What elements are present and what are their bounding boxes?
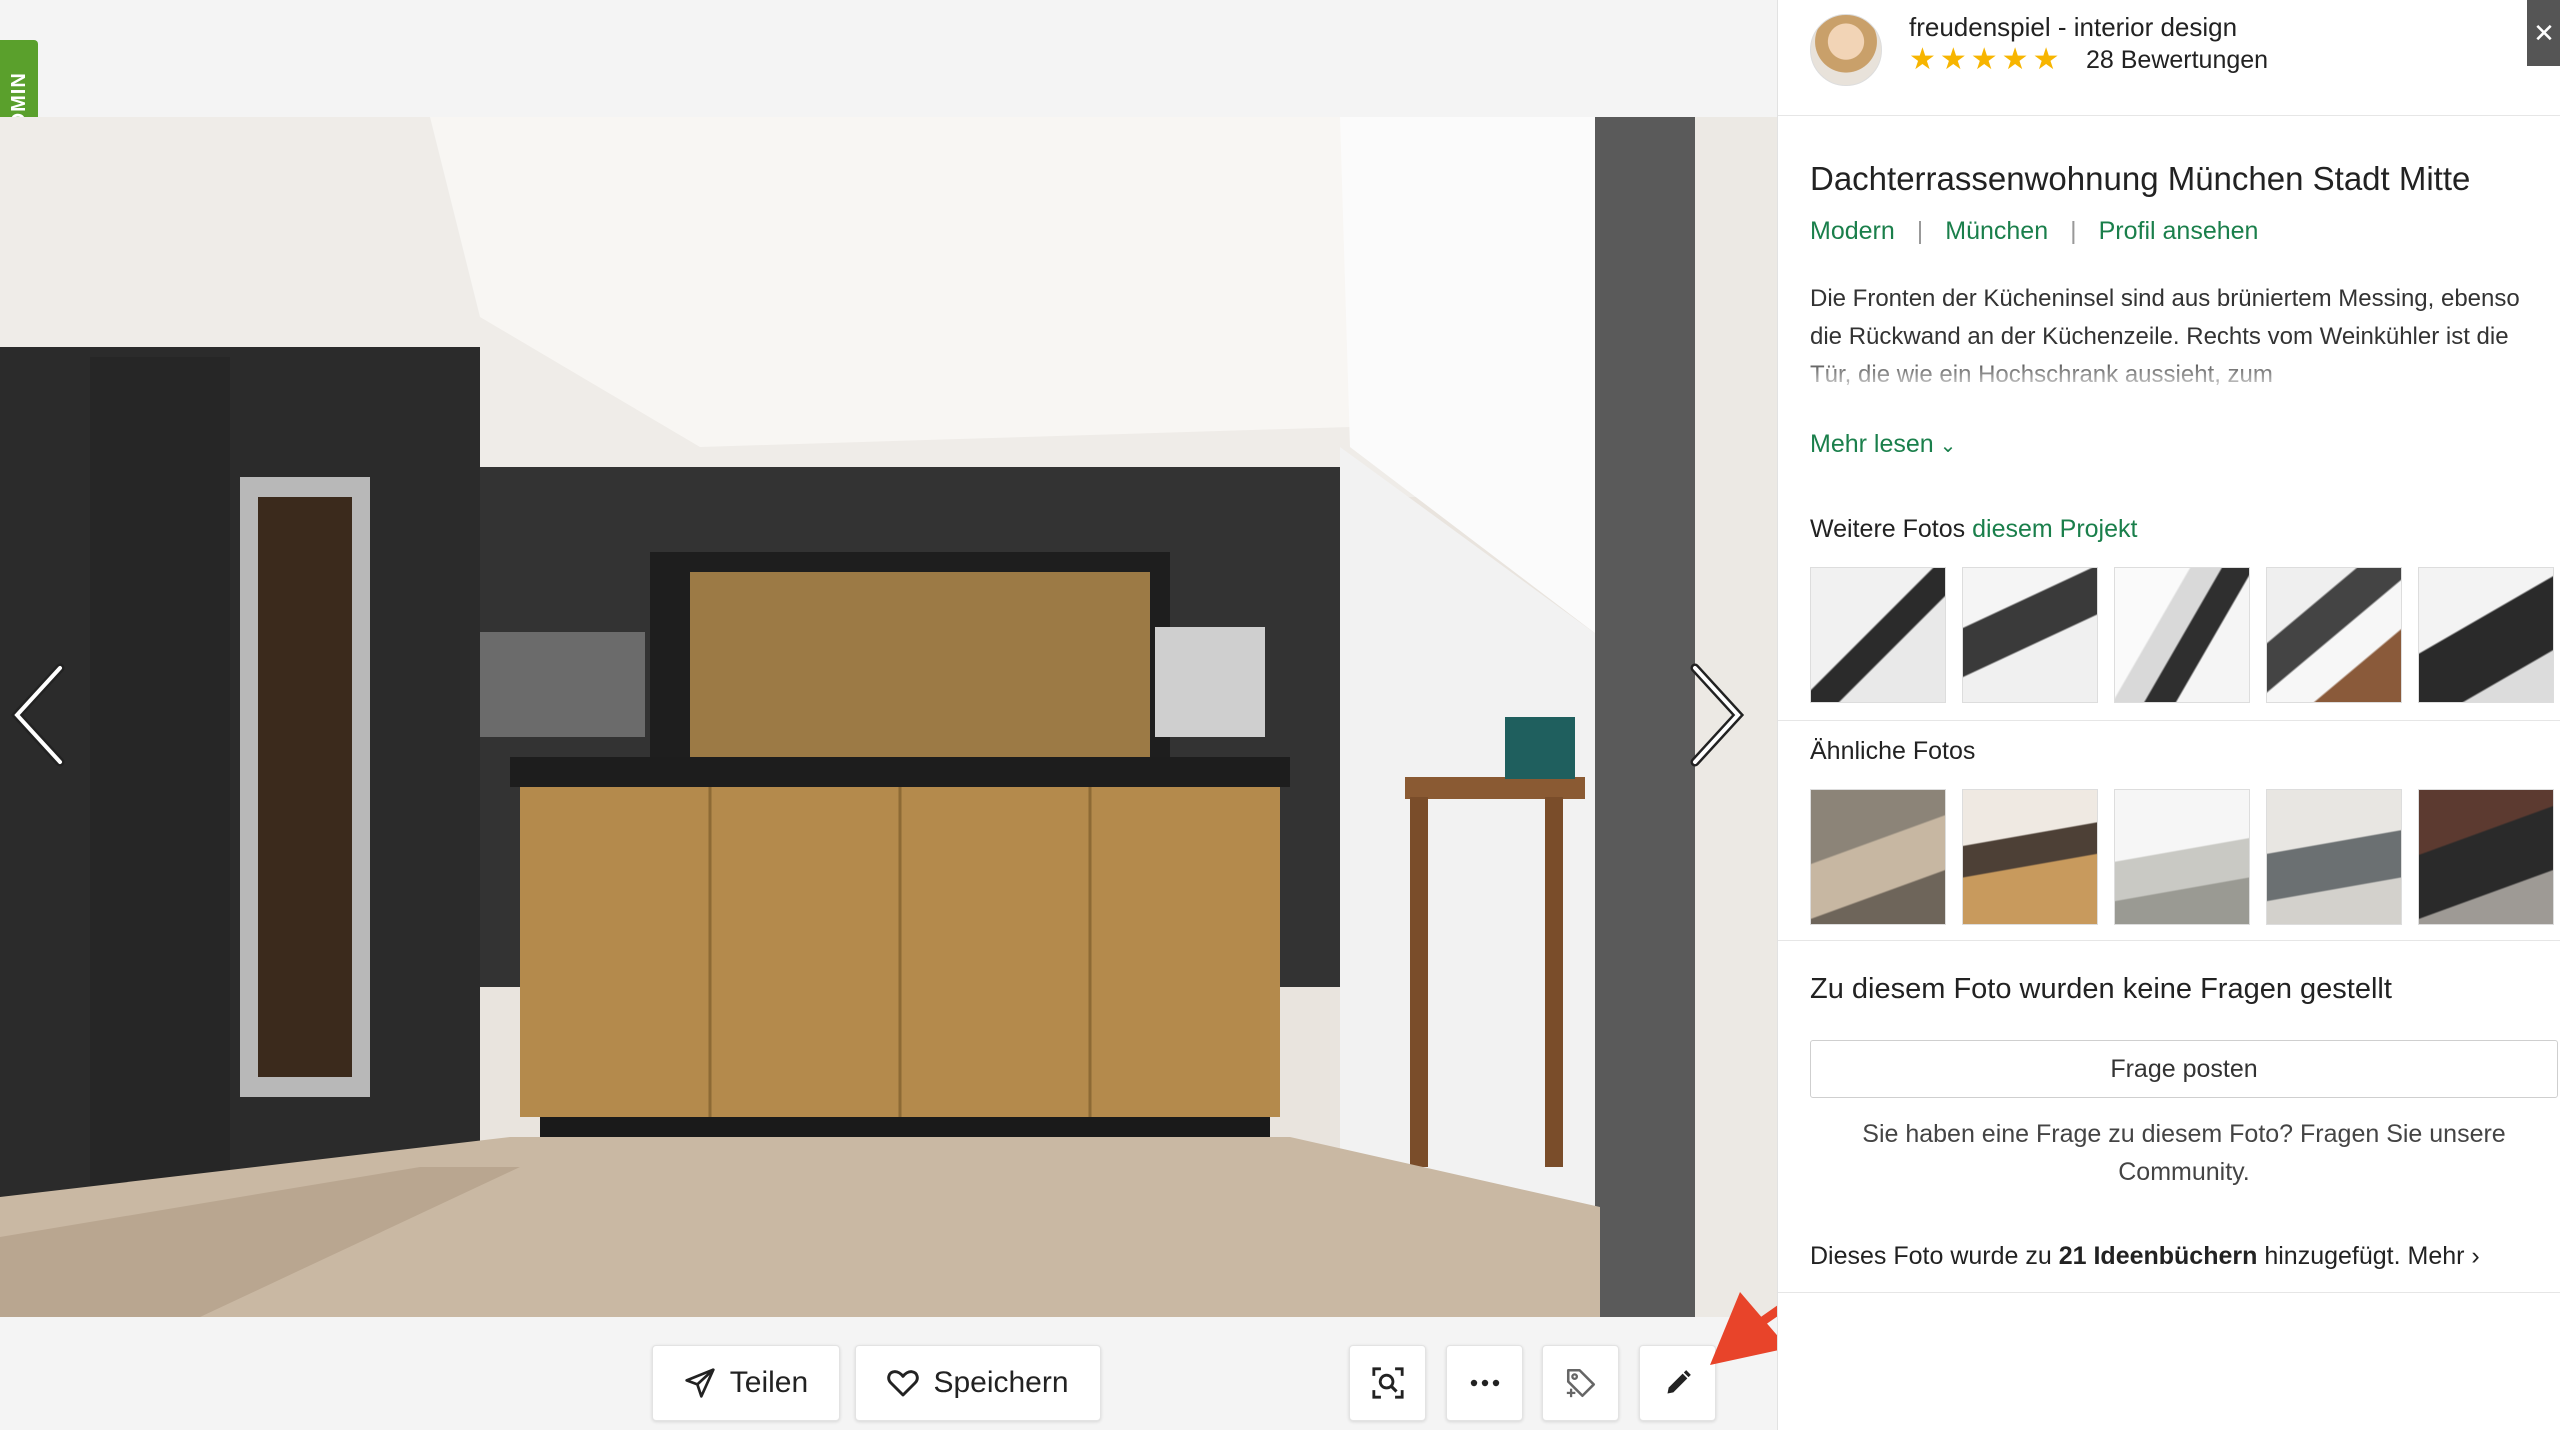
more-options-button[interactable]: [1446, 1345, 1523, 1421]
more-photos-label: Weitere Fotos: [1810, 515, 1966, 543]
close-button[interactable]: ✕: [2527, 0, 2560, 66]
more-dots-icon: [1470, 1379, 1499, 1387]
post-question-button[interactable]: Frage posten: [1810, 1040, 2558, 1098]
ideabook-more: Mehr: [2407, 1242, 2465, 1270]
project-link[interactable]: diesem Projekt: [1972, 515, 2137, 543]
next-photo-button[interactable]: [1680, 660, 1750, 770]
pro-header: freudenspiel - interior design ★★★★★ 28 …: [1778, 0, 2560, 116]
review-count[interactable]: 28 Bewertungen: [2086, 46, 2268, 75]
close-icon: ✕: [2533, 17, 2555, 48]
chevron-right-icon: [1690, 663, 1745, 767]
project-thumb[interactable]: [2114, 567, 2250, 703]
questions-heading: Zu diesem Foto wurden keine Fragen geste…: [1810, 973, 2392, 1005]
pro-avatar[interactable]: [1810, 14, 1882, 86]
city-link[interactable]: München: [1945, 217, 2048, 245]
style-link[interactable]: Modern: [1810, 217, 1895, 245]
pro-name[interactable]: freudenspiel - interior design: [1909, 12, 2237, 43]
chevron-right-icon: ›: [2464, 1242, 2480, 1270]
description-fade: [1810, 356, 2530, 396]
save-label: Speichern: [933, 1366, 1069, 1399]
tag-products-button[interactable]: [1542, 1345, 1619, 1421]
photo-meta: Modern | München | Profil ansehen: [1810, 217, 2259, 245]
project-thumb[interactable]: [2418, 567, 2554, 703]
previous-photo-button[interactable]: [5, 660, 75, 770]
similar-thumb[interactable]: [1962, 789, 2098, 925]
visual-search-button[interactable]: [1349, 1345, 1426, 1421]
visual-search-icon: [1371, 1367, 1404, 1399]
similar-thumb[interactable]: [2266, 789, 2402, 925]
kitchen-photo: [0, 117, 1777, 1317]
similar-photos-heading: Ähnliche Fotos: [1810, 737, 1976, 765]
ideabook-prefix: Dieses Foto wurde zu: [1810, 1242, 2059, 1270]
read-more-label: Mehr lesen: [1810, 430, 1934, 458]
ideabook-suffix: hinzugefügt.: [2257, 1242, 2401, 1270]
divider: [1778, 940, 2560, 941]
more-photos-heading: Weitere Fotos diesem Projekt: [1810, 515, 2137, 544]
similar-thumbnails: [1810, 789, 2554, 925]
ideabook-count: 21 Ideenbüchern: [2058, 1242, 2258, 1270]
edit-button[interactable]: [1639, 1345, 1716, 1421]
similar-thumb[interactable]: [2114, 789, 2250, 925]
project-thumb[interactable]: [2266, 567, 2402, 703]
save-button[interactable]: Speichern: [855, 1345, 1101, 1421]
paper-plane-icon: [685, 1368, 715, 1398]
questions-subtext: Sie haben eine Frage zu diesem Foto? Fra…: [1862, 1120, 2506, 1186]
photo-toolbar: Teilen Speichern: [0, 1345, 1777, 1421]
similar-thumb[interactable]: [1810, 789, 1946, 925]
photo-detail-panel: freudenspiel - interior design ★★★★★ 28 …: [1777, 0, 2560, 1430]
share-button[interactable]: Teilen: [652, 1345, 840, 1421]
project-thumb[interactable]: [1810, 567, 1946, 703]
similar-thumb[interactable]: [2418, 789, 2554, 925]
chevron-left-icon: [10, 663, 65, 767]
tag-icon: [1566, 1368, 1595, 1398]
rating-stars: ★★★★★: [1909, 43, 2064, 76]
share-label: Teilen: [729, 1366, 809, 1399]
ideabook-info-link[interactable]: Dieses Foto wurde zu 21 Ideenbüchern hin…: [1810, 1242, 2480, 1271]
photo-title: Dachterrassenwohnung München Stadt Mitte: [1810, 160, 2471, 197]
profile-link[interactable]: Profil ansehen: [2099, 217, 2259, 245]
divider: [1778, 1292, 2560, 1293]
chevron-down-icon: ⌄: [1939, 435, 1957, 457]
project-thumbnails: [1810, 567, 2554, 703]
divider: [1778, 720, 2560, 721]
heart-icon: [887, 1370, 920, 1397]
pencil-icon: [1667, 1370, 1691, 1394]
project-thumb[interactable]: [1962, 567, 2098, 703]
photo-viewer: ADMIN Teilen Speichern: [0, 0, 1955, 1430]
main-photo: [0, 117, 1777, 1317]
read-more-link[interactable]: Mehr lesen ⌄: [1810, 430, 1956, 459]
